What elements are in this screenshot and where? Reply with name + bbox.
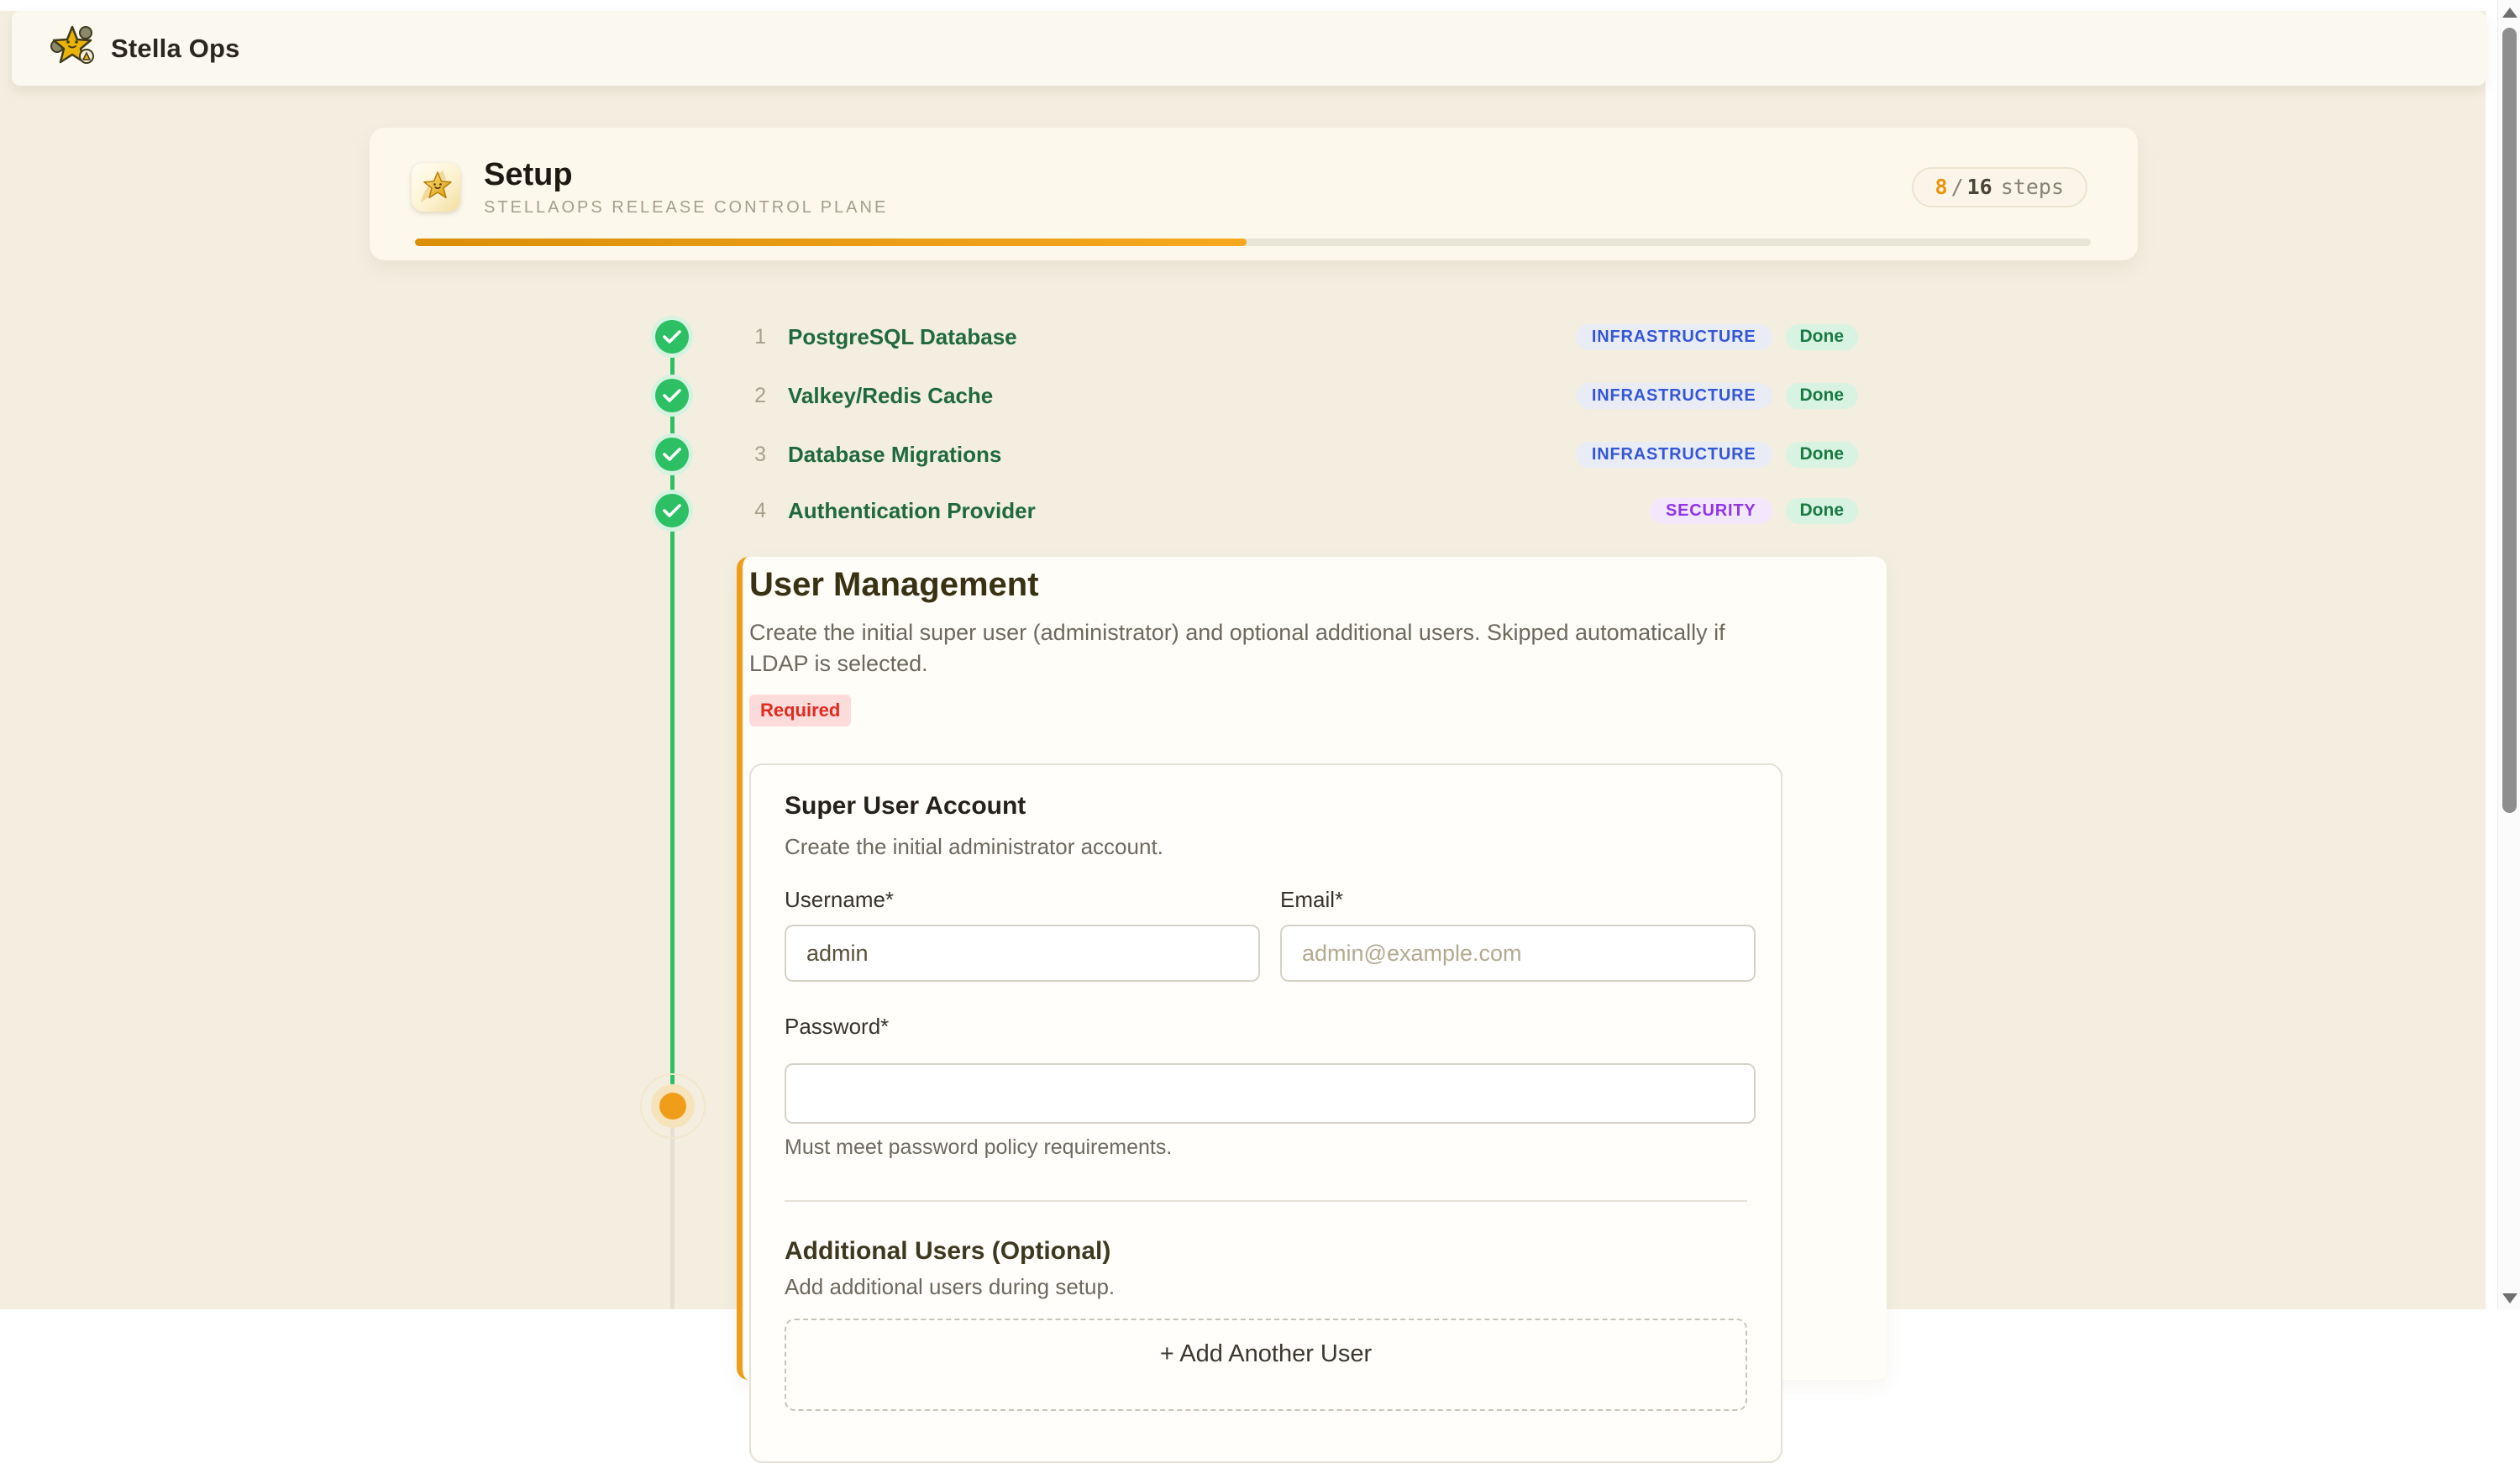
additional-users-title: Additional Users (Optional) xyxy=(785,1237,1756,1266)
step-label[interactable]: PostgreSQL Database xyxy=(788,324,1017,350)
page-subtitle: STELLAOPS RELEASE CONTROL PLANE xyxy=(484,198,888,218)
username-label: Username* xyxy=(785,887,1260,913)
check-icon xyxy=(651,490,693,532)
setup-logo-star-icon xyxy=(412,163,460,212)
status-badge: Done xyxy=(1786,442,1859,468)
page-title: Setup xyxy=(484,156,888,193)
step-number: 2 xyxy=(744,384,766,408)
window-frame-edge xyxy=(0,0,2486,11)
section-title: User Management xyxy=(749,564,1887,606)
steps-suffix: steps xyxy=(2001,175,2064,199)
step-row-valkey-redis[interactable]: 2 Valkey/Redis Cache INFRASTRUCTURE Done xyxy=(651,375,1858,417)
status-badge: Done xyxy=(1786,498,1859,524)
category-badge: SECURITY xyxy=(1650,498,1772,524)
top-navbar: Stella Ops xyxy=(12,11,2486,86)
scrollbar-thumb[interactable] xyxy=(2502,28,2517,813)
step-row-postgresql[interactable]: 1 PostgreSQL Database INFRASTRUCTURE Don… xyxy=(651,316,1858,358)
category-badge: INFRASTRUCTURE xyxy=(1576,324,1772,350)
check-icon xyxy=(651,316,693,358)
vertical-scrollbar[interactable] xyxy=(2497,0,2520,1309)
step-label[interactable]: Authentication Provider xyxy=(788,498,1036,524)
email-label: Email* xyxy=(1280,887,1756,913)
brand-title: Stella Ops xyxy=(111,34,240,64)
check-icon xyxy=(651,433,693,475)
setup-header-card: Setup STELLAOPS RELEASE CONTROL PLANE 8 … xyxy=(370,128,2138,260)
step-label[interactable]: Database Migrations xyxy=(788,442,1001,468)
step-row-auth-provider[interactable]: 4 Authentication Provider SECURITY Done xyxy=(651,490,1858,532)
form-description: Create the initial administrator account… xyxy=(785,834,1756,860)
steps-done-count: 8 xyxy=(1935,175,1948,199)
super-user-form-card: Super User Account Create the initial ad… xyxy=(749,763,1782,1463)
steps-progress-badge: 8 / 16 steps xyxy=(1912,167,2088,207)
steps-count-separator: / xyxy=(1951,175,1964,199)
check-icon xyxy=(651,375,693,417)
step-number: 1 xyxy=(744,325,766,349)
section-description: Create the initial super user (administr… xyxy=(749,617,1728,679)
timeline-upcoming-line xyxy=(670,1128,675,1309)
add-another-user-button[interactable]: + Add Another User xyxy=(785,1319,1747,1411)
form-title: Super User Account xyxy=(785,792,1756,821)
required-badge: Required xyxy=(749,695,851,726)
password-label: Password* xyxy=(785,1014,1756,1040)
app-root: Stella Ops xyxy=(0,0,2486,1309)
setup-progress-bar xyxy=(415,239,2091,246)
step-row-db-migrations[interactable]: 3 Database Migrations INFRASTRUCTURE Don… xyxy=(651,433,1858,475)
scroll-up-icon[interactable] xyxy=(2502,8,2517,18)
app-logo-star-icon xyxy=(49,24,96,72)
setup-progress-fill xyxy=(415,239,1247,246)
status-badge: Done xyxy=(1786,383,1859,409)
email-field[interactable] xyxy=(1280,925,1756,982)
steps-total-count: 16 xyxy=(1967,175,1992,199)
step-label[interactable]: Valkey/Redis Cache xyxy=(788,383,993,409)
password-hint: Must meet password policy requirements. xyxy=(785,1135,1756,1160)
username-field[interactable] xyxy=(785,925,1260,982)
scroll-down-icon[interactable] xyxy=(2502,1293,2517,1303)
password-field[interactable] xyxy=(785,1063,1756,1124)
step-number: 3 xyxy=(744,443,766,467)
category-badge: INFRASTRUCTURE xyxy=(1576,442,1772,468)
category-badge: INFRASTRUCTURE xyxy=(1576,383,1772,409)
user-management-panel: User Management Create the initial super… xyxy=(737,557,1887,1380)
step-number: 4 xyxy=(744,499,766,523)
current-step-dot xyxy=(640,1073,706,1139)
additional-users-description: Add additional users during setup. xyxy=(785,1274,1756,1300)
section-divider xyxy=(785,1200,1747,1202)
status-badge: Done xyxy=(1786,324,1859,350)
